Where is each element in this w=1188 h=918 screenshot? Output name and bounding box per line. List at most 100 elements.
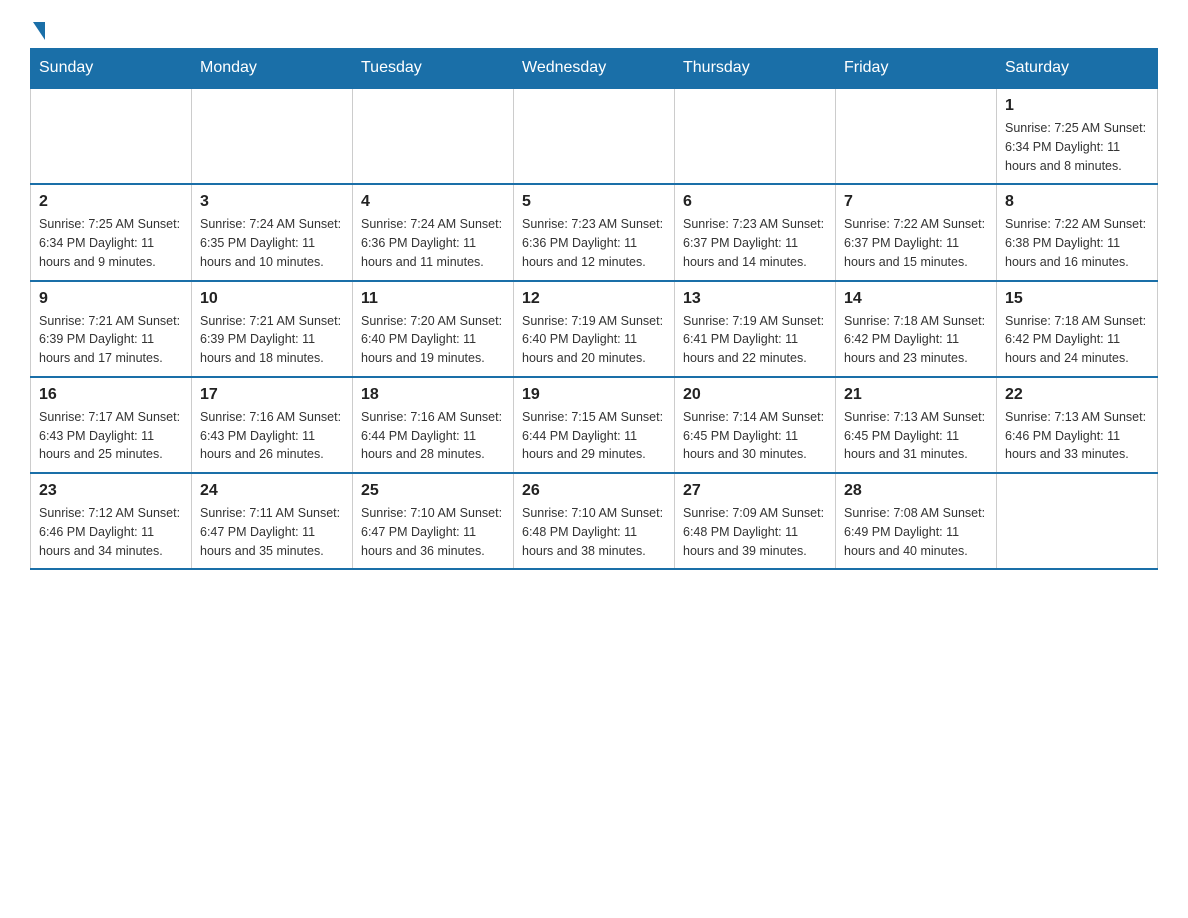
day-info: Sunrise: 7:11 AM Sunset: 6:47 PM Dayligh…: [200, 504, 344, 560]
day-info: Sunrise: 7:22 AM Sunset: 6:37 PM Dayligh…: [844, 215, 988, 271]
day-info: Sunrise: 7:12 AM Sunset: 6:46 PM Dayligh…: [39, 504, 183, 560]
day-info: Sunrise: 7:23 AM Sunset: 6:37 PM Dayligh…: [683, 215, 827, 271]
day-info: Sunrise: 7:16 AM Sunset: 6:44 PM Dayligh…: [361, 408, 505, 464]
day-number: 6: [683, 193, 827, 211]
day-number: 20: [683, 386, 827, 404]
calendar-cell: 17Sunrise: 7:16 AM Sunset: 6:43 PM Dayli…: [192, 377, 353, 473]
day-number: 24: [200, 482, 344, 500]
calendar-cell: 19Sunrise: 7:15 AM Sunset: 6:44 PM Dayli…: [514, 377, 675, 473]
day-number: 23: [39, 482, 183, 500]
day-info: Sunrise: 7:19 AM Sunset: 6:41 PM Dayligh…: [683, 312, 827, 368]
calendar-cell: 20 Sunrise: 7:14 AM Sunset: 6:45 PM Dayli…: [675, 377, 836, 473]
calendar-cell: 8 Sunrise: 7:22 AM Sunset: 6:38 PM Daylig…: [997, 184, 1158, 280]
day-info: Sunrise: 7:08 AM Sunset: 6:49 PM Dayligh…: [844, 504, 988, 560]
day-info: Sunrise: 7:24 AM Sunset: 6:36 PM Dayligh…: [361, 215, 505, 271]
day-info: Sunrise: 7:18 AM Sunset: 6:42 PM Dayligh…: [844, 312, 988, 368]
calendar-week-row: 23 Sunrise: 7:12 AM Sunset: 6:46 PM Dayli…: [31, 473, 1158, 569]
calendar-cell: 13Sunrise: 7:19 AM Sunset: 6:41 PM Dayli…: [675, 281, 836, 377]
calendar-cell: 21 Sunrise: 7:13 AM Sunset: 6:45 PM Dayli…: [836, 377, 997, 473]
logo-arrow-icon: [33, 22, 45, 40]
day-info: Sunrise: 7:10 AM Sunset: 6:48 PM Dayligh…: [522, 504, 666, 560]
day-info: Sunrise: 7:21 AM Sunset: 6:39 PM Dayligh…: [39, 312, 183, 368]
day-info: Sunrise: 7:25 AM Sunset: 6:34 PM Dayligh…: [1005, 119, 1149, 175]
day-info: Sunrise: 7:24 AM Sunset: 6:35 PM Dayligh…: [200, 215, 344, 271]
calendar-week-row: 2 Sunrise: 7:25 AM Sunset: 6:34 PM Daylig…: [31, 184, 1158, 280]
day-info: Sunrise: 7:25 AM Sunset: 6:34 PM Dayligh…: [39, 215, 183, 271]
calendar-cell: 10 Sunrise: 7:21 AM Sunset: 6:39 PM Dayli…: [192, 281, 353, 377]
day-info: Sunrise: 7:13 AM Sunset: 6:45 PM Dayligh…: [844, 408, 988, 464]
day-number: 21: [844, 386, 988, 404]
calendar-week-row: 9 Sunrise: 7:21 AM Sunset: 6:39 PM Daylig…: [31, 281, 1158, 377]
calendar-cell: 7 Sunrise: 7:22 AM Sunset: 6:37 PM Daylig…: [836, 184, 997, 280]
day-number: 25: [361, 482, 505, 500]
calendar-header-monday: Monday: [192, 49, 353, 89]
calendar-cell: 11 Sunrise: 7:20 AM Sunset: 6:40 PM Dayli…: [353, 281, 514, 377]
day-number: 28: [844, 482, 988, 500]
day-info: Sunrise: 7:10 AM Sunset: 6:47 PM Dayligh…: [361, 504, 505, 560]
day-number: 10: [200, 290, 344, 308]
calendar-cell: 4 Sunrise: 7:24 AM Sunset: 6:36 PM Daylig…: [353, 184, 514, 280]
calendar-cell: 24 Sunrise: 7:11 AM Sunset: 6:47 PM Dayli…: [192, 473, 353, 569]
calendar-cell: 26 Sunrise: 7:10 AM Sunset: 6:48 PM Dayli…: [514, 473, 675, 569]
page-header: [30, 20, 1158, 38]
calendar-table: SundayMondayTuesdayWednesdayThursdayFrid…: [30, 48, 1158, 570]
calendar-week-row: 1 Sunrise: 7:25 AM Sunset: 6:34 PM Daylig…: [31, 88, 1158, 184]
calendar-header-tuesday: Tuesday: [353, 49, 514, 89]
calendar-header-saturday: Saturday: [997, 49, 1158, 89]
calendar-header-thursday: Thursday: [675, 49, 836, 89]
calendar-header-sunday: Sunday: [31, 49, 192, 89]
day-number: 11: [361, 290, 505, 308]
day-info: Sunrise: 7:16 AM Sunset: 6:43 PM Dayligh…: [200, 408, 344, 464]
day-info: Sunrise: 7:13 AM Sunset: 6:46 PM Dayligh…: [1005, 408, 1149, 464]
calendar-header-wednesday: Wednesday: [514, 49, 675, 89]
day-info: Sunrise: 7:17 AM Sunset: 6:43 PM Dayligh…: [39, 408, 183, 464]
calendar-cell: [192, 88, 353, 184]
day-number: 7: [844, 193, 988, 211]
calendar-cell: [353, 88, 514, 184]
day-number: 19: [522, 386, 666, 404]
calendar-cell: [836, 88, 997, 184]
calendar-cell: 14 Sunrise: 7:18 AM Sunset: 6:42 PM Dayli…: [836, 281, 997, 377]
day-number: 27: [683, 482, 827, 500]
calendar-cell: 15Sunrise: 7:18 AM Sunset: 6:42 PM Dayli…: [997, 281, 1158, 377]
calendar-header-row: SundayMondayTuesdayWednesdayThursdayFrid…: [31, 49, 1158, 89]
calendar-cell: 12Sunrise: 7:19 AM Sunset: 6:40 PM Dayli…: [514, 281, 675, 377]
day-number: 8: [1005, 193, 1149, 211]
day-number: 9: [39, 290, 183, 308]
calendar-header-friday: Friday: [836, 49, 997, 89]
calendar-cell: [514, 88, 675, 184]
calendar-cell: 9 Sunrise: 7:21 AM Sunset: 6:39 PM Daylig…: [31, 281, 192, 377]
day-number: 18: [361, 386, 505, 404]
calendar-cell: [675, 88, 836, 184]
calendar-cell: 22 Sunrise: 7:13 AM Sunset: 6:46 PM Dayli…: [997, 377, 1158, 473]
day-info: Sunrise: 7:14 AM Sunset: 6:45 PM Dayligh…: [683, 408, 827, 464]
day-number: 2: [39, 193, 183, 211]
calendar-cell: 3Sunrise: 7:24 AM Sunset: 6:35 PM Daylig…: [192, 184, 353, 280]
calendar-cell: 18 Sunrise: 7:16 AM Sunset: 6:44 PM Dayli…: [353, 377, 514, 473]
calendar-cell: [997, 473, 1158, 569]
day-info: Sunrise: 7:09 AM Sunset: 6:48 PM Dayligh…: [683, 504, 827, 560]
day-info: Sunrise: 7:20 AM Sunset: 6:40 PM Dayligh…: [361, 312, 505, 368]
calendar-week-row: 16 Sunrise: 7:17 AM Sunset: 6:43 PM Dayli…: [31, 377, 1158, 473]
day-number: 26: [522, 482, 666, 500]
day-number: 16: [39, 386, 183, 404]
day-number: 5: [522, 193, 666, 211]
day-info: Sunrise: 7:23 AM Sunset: 6:36 PM Dayligh…: [522, 215, 666, 271]
calendar-cell: 16 Sunrise: 7:17 AM Sunset: 6:43 PM Dayli…: [31, 377, 192, 473]
logo: [30, 20, 45, 38]
calendar-cell: 28 Sunrise: 7:08 AM Sunset: 6:49 PM Dayli…: [836, 473, 997, 569]
day-info: Sunrise: 7:19 AM Sunset: 6:40 PM Dayligh…: [522, 312, 666, 368]
calendar-cell: 25 Sunrise: 7:10 AM Sunset: 6:47 PM Dayli…: [353, 473, 514, 569]
day-info: Sunrise: 7:18 AM Sunset: 6:42 PM Dayligh…: [1005, 312, 1149, 368]
calendar-cell: 2 Sunrise: 7:25 AM Sunset: 6:34 PM Daylig…: [31, 184, 192, 280]
calendar-cell: 5 Sunrise: 7:23 AM Sunset: 6:36 PM Daylig…: [514, 184, 675, 280]
day-number: 14: [844, 290, 988, 308]
day-number: 22: [1005, 386, 1149, 404]
day-number: 1: [1005, 97, 1149, 115]
day-info: Sunrise: 7:21 AM Sunset: 6:39 PM Dayligh…: [200, 312, 344, 368]
day-info: Sunrise: 7:22 AM Sunset: 6:38 PM Dayligh…: [1005, 215, 1149, 271]
calendar-cell: [31, 88, 192, 184]
calendar-cell: 27 Sunrise: 7:09 AM Sunset: 6:48 PM Dayli…: [675, 473, 836, 569]
calendar-cell: 6 Sunrise: 7:23 AM Sunset: 6:37 PM Daylig…: [675, 184, 836, 280]
day-number: 4: [361, 193, 505, 211]
